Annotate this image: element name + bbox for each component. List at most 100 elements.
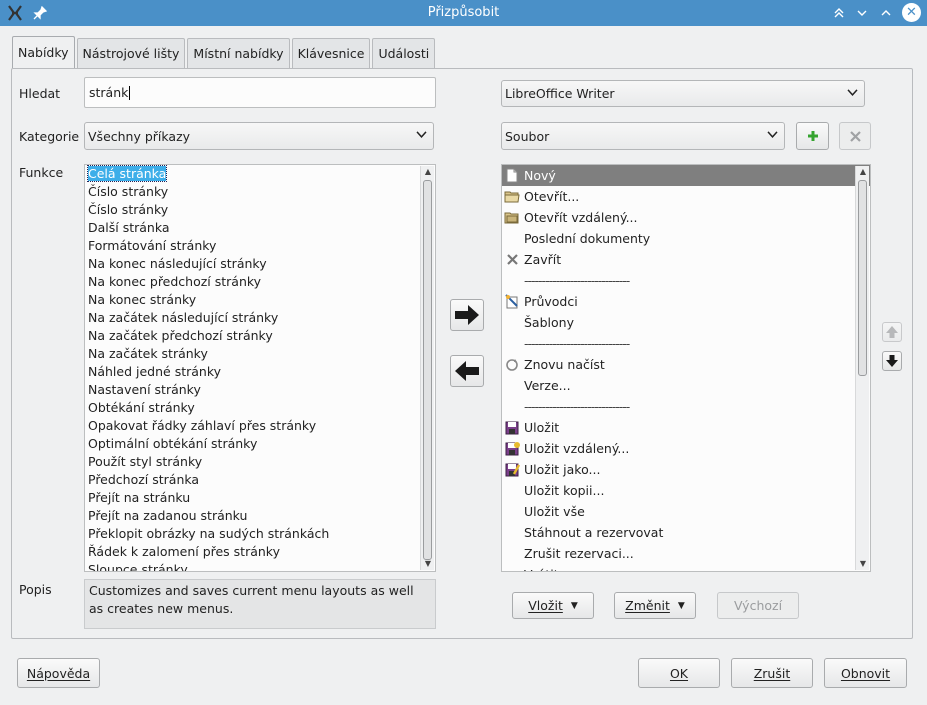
- menu-separator[interactable]: ------------------------------: [502, 333, 870, 354]
- folder-remote-icon: [504, 210, 520, 226]
- menu-entry[interactable]: Vrátit: [502, 564, 870, 571]
- menu-entry[interactable]: Uložit: [502, 417, 870, 438]
- menu-entry[interactable]: Zavřít: [502, 249, 870, 270]
- reset-button[interactable]: Obnovit: [824, 658, 907, 688]
- remove-menu-button[interactable]: [839, 122, 871, 150]
- function-item[interactable]: Přejít na zadanou stránku: [85, 507, 435, 525]
- save-remote-icon: [504, 441, 520, 457]
- maximize-icon[interactable]: [876, 3, 896, 23]
- plus-icon: [807, 131, 818, 141]
- menu-entry[interactable]: Otevřít...: [502, 186, 870, 207]
- function-item[interactable]: Řádek k zalomení přes stránky: [85, 543, 435, 561]
- empty-icon-slot: [504, 525, 520, 541]
- menu-entries-scrollbar[interactable]: ▲ ▼: [855, 166, 869, 570]
- insert-button[interactable]: Vložit ▼: [512, 592, 594, 619]
- menu-entry[interactable]: Otevřít vzdálený...: [502, 207, 870, 228]
- menu-entry[interactable]: Znovu načíst: [502, 354, 870, 375]
- menu-entry[interactable]: Stáhnout a rezervovat: [502, 522, 870, 543]
- search-input[interactable]: stránk: [84, 77, 436, 108]
- chevron-down-icon: [847, 86, 858, 99]
- menu-entries-list[interactable]: Nový Otevřít... Otevřít vzdálený... Posledn…: [501, 164, 871, 572]
- application-combo[interactable]: LibreOffice Writer: [501, 80, 865, 107]
- function-item[interactable]: Předchozí stránka: [85, 471, 435, 489]
- function-item[interactable]: Další stránka: [85, 219, 435, 237]
- description-text: Customizes and saves current menu layout…: [84, 579, 436, 629]
- menu-entry-label: Uložit vzdálený...: [524, 441, 630, 456]
- keep-above-icon[interactable]: [829, 3, 849, 23]
- function-item[interactable]: Číslo stránky: [85, 201, 435, 219]
- menu-separator[interactable]: ------------------------------: [502, 396, 870, 417]
- tab-keyboard[interactable]: Klávesnice: [291, 38, 371, 68]
- scroll-thumb[interactable]: [858, 180, 867, 376]
- function-item[interactable]: Na konec následující stránky: [85, 255, 435, 273]
- defaults-button[interactable]: Výchozí: [717, 592, 799, 619]
- function-item[interactable]: Formátování stránky: [85, 237, 435, 255]
- function-item[interactable]: Obtékání stránky: [85, 399, 435, 417]
- empty-icon-slot: [504, 399, 520, 415]
- function-item[interactable]: Na konec předchozí stránky: [85, 273, 435, 291]
- scroll-down-icon[interactable]: ▼: [856, 558, 870, 570]
- category-combo[interactable]: Všechny příkazy: [84, 122, 434, 150]
- move-down-button[interactable]: [882, 351, 902, 371]
- menu-entry[interactable]: Nový: [502, 165, 870, 186]
- help-button[interactable]: Nápověda: [17, 658, 100, 688]
- help-label: Nápověda: [26, 665, 91, 681]
- function-item-label: Další stránka: [88, 220, 170, 235]
- menu-value: Soubor: [505, 128, 550, 144]
- scroll-up-icon[interactable]: ▲: [421, 166, 435, 178]
- add-command-button[interactable]: [450, 299, 484, 331]
- menu-entry[interactable]: Uložit kopii...: [502, 480, 870, 501]
- function-item[interactable]: Překlopit obrázky na sudých stránkách: [85, 525, 435, 543]
- tab-menus[interactable]: Nabídky: [12, 36, 75, 68]
- function-item[interactable]: Optimální obtékání stránky: [85, 435, 435, 453]
- function-item-label: Na začátek následující stránky: [88, 310, 279, 325]
- arrow-right-icon: [455, 305, 479, 325]
- ok-button[interactable]: OK: [638, 658, 720, 688]
- category-label: Kategorie: [19, 129, 80, 144]
- tab-events[interactable]: Události: [372, 38, 436, 68]
- function-item[interactable]: Na začátek stránky: [85, 345, 435, 363]
- menu-entry-label: Znovu načíst: [524, 357, 605, 372]
- menu-entry[interactable]: Uložit vše: [502, 501, 870, 522]
- function-item[interactable]: Opakovat řádky záhlaví přes stránky: [85, 417, 435, 435]
- function-item[interactable]: Použít styl stránky: [85, 453, 435, 471]
- scroll-up-icon[interactable]: ▲: [856, 166, 870, 178]
- functions-list[interactable]: Celá stránka Číslo stránky Číslo stránky Da…: [84, 164, 436, 572]
- remove-command-button[interactable]: [450, 355, 484, 387]
- function-item[interactable]: Přejít na stránku: [85, 489, 435, 507]
- menu-entry[interactable]: Verze...: [502, 375, 870, 396]
- function-item-label: Opakovat řádky záhlaví přes stránky: [88, 418, 317, 433]
- menu-entry[interactable]: Šablony: [502, 312, 870, 333]
- close-icon[interactable]: ✕: [902, 3, 921, 22]
- minimize-icon[interactable]: [852, 3, 872, 23]
- chevron-down-icon: [416, 129, 427, 142]
- function-item[interactable]: Sloupce stránky: [85, 561, 435, 571]
- menu-entry[interactable]: Poslední dokumenty: [502, 228, 870, 249]
- menu-entry-label: Otevřít...: [524, 189, 580, 204]
- menu-entry[interactable]: Uložit jako...: [502, 459, 870, 480]
- function-item[interactable]: Na začátek následující stránky: [85, 309, 435, 327]
- function-item[interactable]: Na konec stránky: [85, 291, 435, 309]
- empty-icon-slot: [504, 504, 520, 520]
- function-item[interactable]: Na začátek předchozí stránky: [85, 327, 435, 345]
- menu-entry-label: Uložit vše: [524, 504, 585, 519]
- scroll-down-icon[interactable]: ▼: [421, 558, 435, 570]
- cancel-button[interactable]: Zrušit: [731, 658, 813, 688]
- scroll-thumb[interactable]: [423, 180, 432, 560]
- menu-combo[interactable]: Soubor: [501, 122, 785, 150]
- tab-context-menus[interactable]: Místní nabídky: [187, 38, 290, 68]
- function-item-label: Obtékání stránky: [88, 400, 195, 415]
- function-item[interactable]: Číslo stránky: [85, 183, 435, 201]
- menu-entry[interactable]: Průvodci: [502, 291, 870, 312]
- menu-separator[interactable]: ------------------------------: [502, 270, 870, 291]
- tab-toolbars[interactable]: Nástrojové lišty: [76, 38, 186, 68]
- add-menu-button[interactable]: [796, 122, 829, 150]
- function-item[interactable]: Celá stránka: [85, 165, 435, 183]
- menu-entry[interactable]: Zrušit rezervaci...: [502, 543, 870, 564]
- menu-entry[interactable]: Uložit vzdálený...: [502, 438, 870, 459]
- functions-scrollbar[interactable]: ▲ ▼: [420, 166, 434, 570]
- modify-button[interactable]: Změnit ▼: [614, 592, 696, 619]
- function-item[interactable]: Nastavení stránky: [85, 381, 435, 399]
- move-up-button[interactable]: [882, 322, 902, 342]
- function-item[interactable]: Náhled jedné stránky: [85, 363, 435, 381]
